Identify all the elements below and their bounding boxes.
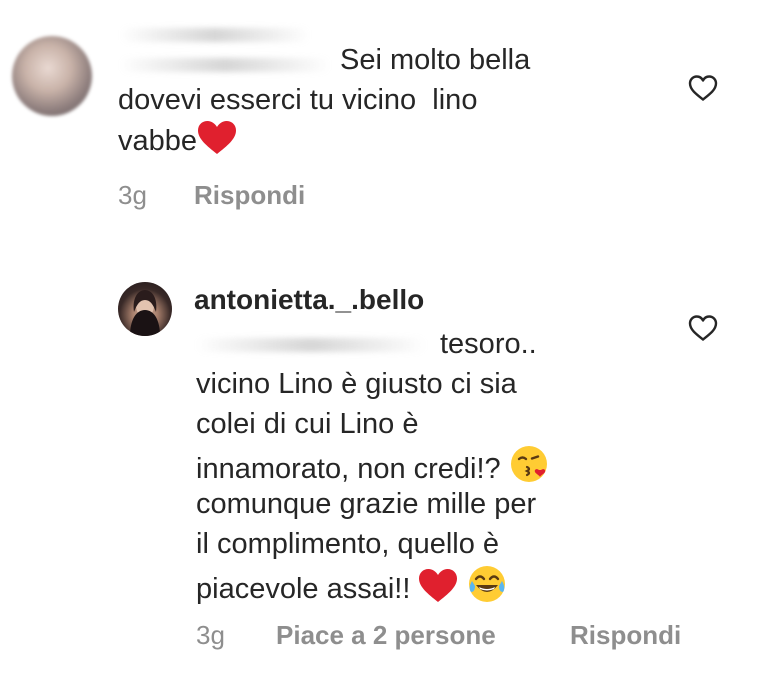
comment-text-line: tesoro..: [440, 328, 537, 360]
comment-text-line: colei di cui Lino è: [196, 408, 419, 440]
blurred-username: [120, 28, 310, 42]
comment-text-line: vabbe: [118, 120, 237, 168]
comment-timestamp: 3g: [196, 620, 225, 650]
comment-text-fragment: vabbe: [118, 125, 198, 157]
blurred-mention: [196, 338, 426, 352]
comment-text-line: il complimento, quello è: [196, 528, 500, 560]
likes-count-button[interactable]: Piace a 2 persone: [276, 620, 496, 651]
comment-text-line: comunque grazie mille per: [196, 488, 537, 520]
avatar[interactable]: [12, 36, 92, 116]
comment-text-line: vicino Lino è giusto ci sia: [196, 368, 517, 400]
reply-button[interactable]: Rispondi: [570, 620, 681, 651]
comment-text-line: Sei molto bella: [340, 44, 531, 76]
comment-username[interactable]: antonietta._.bello: [194, 284, 424, 316]
heart-outline-icon[interactable]: [688, 314, 718, 342]
comment-text-fragment: piacevole assai!!: [196, 573, 411, 605]
comment-text-line: dovevi esserci tu vicino lino: [118, 84, 478, 116]
heart-outline-icon[interactable]: [688, 74, 718, 102]
red-heart-emoji: [418, 568, 458, 616]
comment-text-line: piacevole assai!!: [196, 564, 507, 616]
blurred-mention: [120, 58, 330, 72]
reply-button[interactable]: Rispondi: [194, 180, 305, 211]
red-heart-emoji: [197, 120, 237, 168]
comment-text-fragment: innamorato, non credi!?: [196, 453, 501, 485]
avatar[interactable]: [118, 282, 172, 336]
comment-timestamp: 3g: [118, 180, 147, 210]
tears-of-joy-emoji: [467, 564, 507, 616]
